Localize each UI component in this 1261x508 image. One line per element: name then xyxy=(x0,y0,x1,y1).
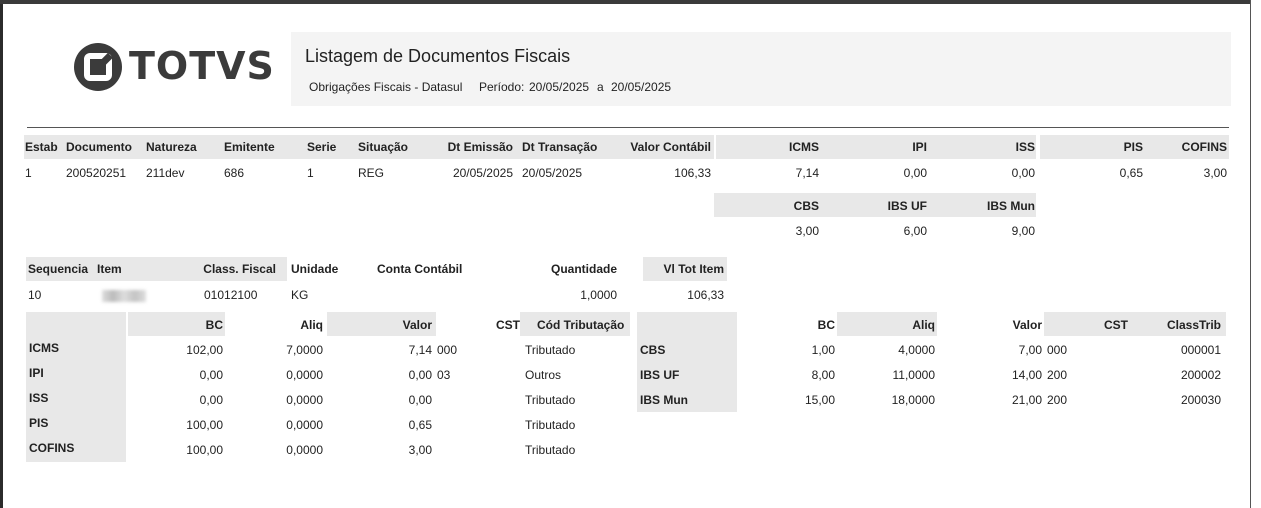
tax-left-cell: 0,65 xyxy=(408,418,432,432)
item-header-cell: Class. Fiscal xyxy=(203,262,276,276)
item-row-cell: 10 xyxy=(28,288,42,302)
item-row-cell: KG xyxy=(291,288,309,302)
tax-left-header-cell: CST xyxy=(496,318,520,332)
item-header-cell: Vl Tot Item xyxy=(663,262,724,276)
tax-right-header-cell: ClassTrib xyxy=(1166,318,1221,332)
tax-left-cell: 03 xyxy=(437,368,451,382)
page-title: Listagem de Documentos Fiscais xyxy=(305,46,571,66)
doc-header-cell: Documento xyxy=(66,140,132,154)
doc-row-cell: 20/05/2025 xyxy=(452,166,513,180)
tax-right-cell: 200002 xyxy=(1180,368,1221,382)
doc-header-cell: Emitente xyxy=(224,140,275,154)
doc-header-cell: Natureza xyxy=(146,140,197,154)
viewer-right-edge xyxy=(1250,0,1261,508)
tax-left-cell: Tributado xyxy=(525,343,576,357)
tax-left-cell: 7,14 xyxy=(408,343,432,357)
tax-left-cell: 0,00 xyxy=(408,368,432,382)
period-separator: a xyxy=(597,80,604,94)
redacted-item-code xyxy=(102,290,146,302)
logo-text: TOTVS xyxy=(129,44,275,88)
tax-left-cell: Tributado xyxy=(525,443,576,457)
tax-left-cell: 3,00 xyxy=(408,443,432,457)
tax-left-cell: Tributado xyxy=(525,393,576,407)
divider xyxy=(27,127,1229,128)
item-row-cell: 106,33 xyxy=(687,288,724,302)
extra-header-cell: IBS Mun xyxy=(987,199,1035,213)
tax-right-cell: 21,00 xyxy=(1011,393,1042,407)
tax-right-cell: 200030 xyxy=(1180,393,1221,407)
tax-left-cell: 0,00 xyxy=(408,393,432,407)
tax-left-header-cell: Cód Tributação xyxy=(537,318,625,332)
report-header: Listagem de Documentos Fiscais Obrigaçõe… xyxy=(291,32,1231,106)
doc-header-cell: Estab xyxy=(25,140,58,154)
period-label: Período: xyxy=(479,80,525,94)
extra-row-cell: 9,00 xyxy=(1011,224,1035,238)
tax-right-cell: 14,00 xyxy=(1011,368,1042,382)
tax-right-cell: 7,00 xyxy=(1018,343,1042,357)
tax-left-cell: Tributado xyxy=(525,418,576,432)
document-page: TOTVS Listagem de Documentos Fiscais Obr… xyxy=(3,4,1250,508)
doc-row-cell: 686 xyxy=(224,166,245,180)
doc-row-cell: 200520251 xyxy=(66,166,127,180)
item-header-cell: Unidade xyxy=(291,262,339,276)
doc-row-cell: 3,00 xyxy=(1203,166,1227,180)
tax-left-cell: Outros xyxy=(525,368,562,382)
tax-left-cell: 000 xyxy=(437,343,458,357)
doc-header-cell: Dt Emissão xyxy=(447,140,513,154)
report-subtitle: Obrigações Fiscais - Datasul xyxy=(309,80,463,94)
doc-row-cell: 211dev xyxy=(146,166,185,180)
totvs-logo-icon xyxy=(74,43,122,91)
doc-row-cell: 1 xyxy=(25,166,32,180)
period-start: 20/05/2025 xyxy=(529,80,590,94)
tax-left-label-bg xyxy=(26,312,126,462)
tax-right-cell: 000001 xyxy=(1180,343,1221,357)
period-end: 20/05/2025 xyxy=(611,80,672,94)
item-row-cell: 01012100 xyxy=(204,288,258,302)
doc-header-cell: COFINS xyxy=(1181,140,1227,154)
